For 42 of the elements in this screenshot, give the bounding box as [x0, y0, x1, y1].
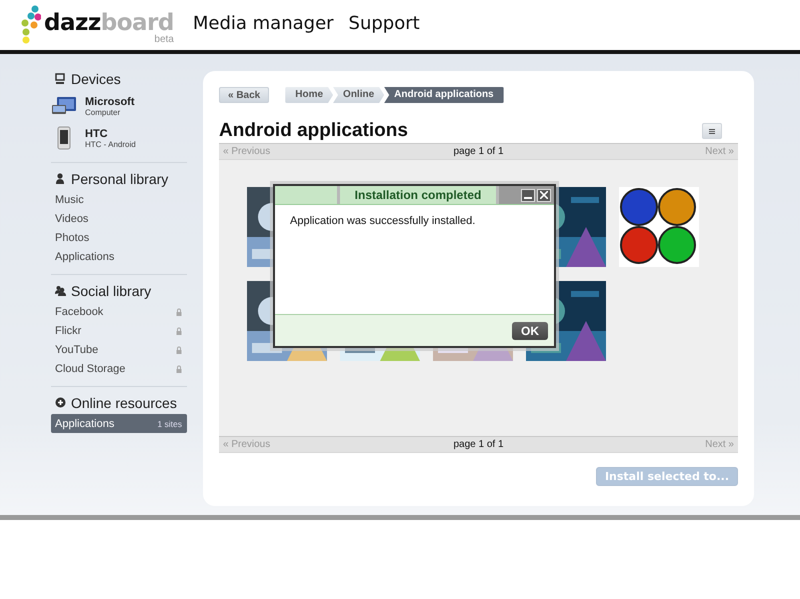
nav-link[interactable]: Support	[348, 12, 420, 34]
close-button[interactable]	[537, 188, 551, 202]
breadcrumb-item[interactable]: Online	[333, 87, 384, 103]
computer-icon	[51, 96, 77, 116]
sidebar-item[interactable]: Applications 1 sites	[51, 414, 187, 433]
device-name[interactable]: HTC	[85, 128, 136, 140]
people-icon	[55, 285, 66, 297]
device-type: HTC - Android	[85, 140, 136, 148]
section-heading: Devices	[71, 71, 121, 87]
page-title: Android applications	[219, 120, 408, 142]
nav-link[interactable]: Media manager	[192, 12, 334, 34]
sidebar-item[interactable]: Applications	[51, 247, 187, 266]
page-indicator: page 1 of 1	[453, 146, 504, 157]
plus-circle-icon	[55, 397, 66, 409]
device-name[interactable]: Microsoft	[85, 96, 134, 108]
menu-icon	[709, 126, 715, 136]
minimize-button[interactable]	[521, 188, 535, 202]
section-heading: Online resources	[71, 395, 177, 411]
dialog-message: Application was successfully installed.	[290, 215, 476, 227]
breadcrumb-item[interactable]: Home	[285, 87, 334, 103]
beta-label: beta	[154, 34, 174, 44]
monitor-icon	[55, 73, 66, 85]
close-icon	[540, 191, 548, 199]
menu-button[interactable]	[702, 123, 722, 139]
sidebar-item[interactable]: Cloud Storage	[51, 359, 187, 378]
sidebar-item[interactable]: Facebook	[51, 302, 187, 321]
logo-dots-icon	[21, 4, 41, 46]
breadcrumb-item[interactable]: Android applications	[384, 87, 504, 103]
back-button[interactable]: « Back	[219, 87, 270, 103]
ok-button[interactable]: OK	[512, 322, 548, 340]
sidebar-item[interactable]: Music	[51, 190, 187, 209]
sidebar-item[interactable]: Photos	[51, 228, 187, 247]
sidebar-item[interactable]: YouTube	[51, 340, 187, 359]
device-type: Computer	[85, 108, 122, 116]
section-heading: Personal library	[71, 171, 168, 187]
sidebar-item[interactable]: Videos	[51, 209, 187, 228]
sidebar-item[interactable]: Flickr	[51, 321, 187, 340]
page-indicator: page 1 of 1	[453, 439, 504, 450]
person-icon	[55, 173, 66, 185]
logo-wordmark[interactable]: dazzboard	[44, 12, 174, 34]
section-heading: Social library	[71, 283, 152, 299]
app-icon[interactable]	[619, 187, 699, 267]
